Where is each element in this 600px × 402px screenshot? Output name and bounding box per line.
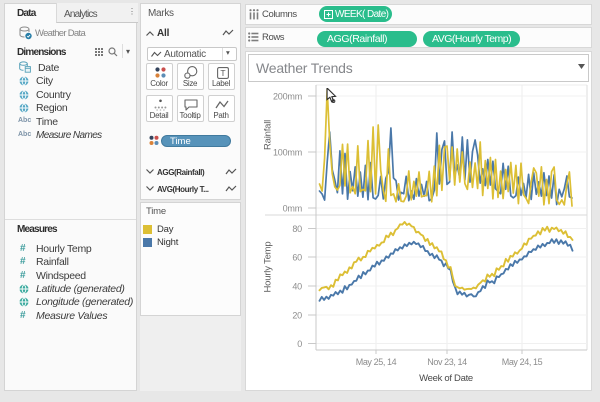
svg-text:60: 60 [292,253,302,263]
svg-text:Week of Date: Week of Date [419,373,473,384]
svg-text:200mm: 200mm [273,92,302,102]
svg-text:40: 40 [292,282,302,292]
svg-text:80: 80 [292,224,302,234]
svg-text:T: T [220,68,225,78]
svg-text:Hourly Temp: Hourly Temp [263,242,274,293]
svg-text:0: 0 [297,339,302,349]
svg-text:Rainfall: Rainfall [263,120,274,150]
svg-text:Nov 23, 14: Nov 23, 14 [427,357,467,367]
svg-text:0mm: 0mm [283,204,302,214]
svg-text:100mm: 100mm [273,148,302,158]
svg-text:20: 20 [292,311,302,321]
svg-text:May 25, 14: May 25, 14 [356,357,397,367]
svg-text:May 24, 15: May 24, 15 [502,357,543,367]
